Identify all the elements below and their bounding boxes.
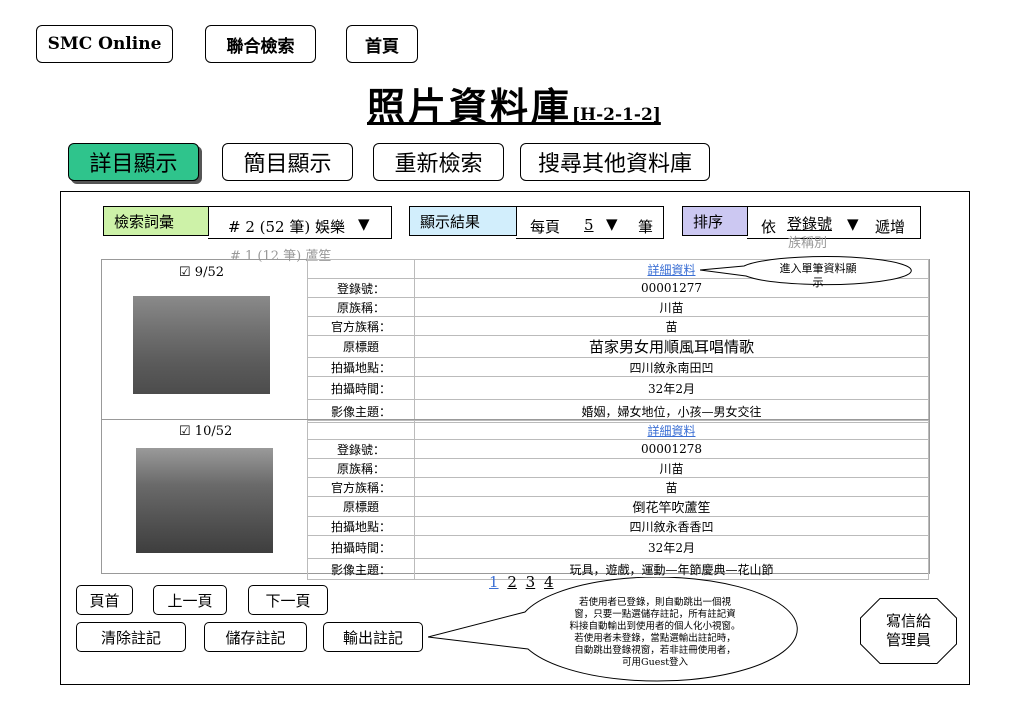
field-label: 拍攝時間： bbox=[307, 535, 415, 559]
per-page-value: 5 bbox=[584, 216, 594, 234]
export-notes-button[interactable]: 輸出註記 bbox=[323, 622, 423, 652]
field-value: 四川敘永香香凹 bbox=[414, 516, 929, 536]
tab-other-databases[interactable]: 搜尋其他資料庫 bbox=[520, 143, 710, 181]
notes-callout-line: 若使用者未登錄，當點選輸出註記時， bbox=[574, 633, 736, 644]
write-admin-line: 寫信給 bbox=[885, 612, 931, 630]
write-admin-line: 管理員 bbox=[885, 631, 931, 649]
field-value: 00001278 bbox=[414, 439, 929, 459]
field-label: 影像主題： bbox=[307, 558, 415, 580]
field-label: 拍攝地點： bbox=[307, 357, 415, 377]
notes-callout-line: 自動跳出登錄視窗，若非註冊使用者， bbox=[574, 645, 736, 656]
tab-brief-view[interactable]: 簡目顯示 bbox=[222, 143, 353, 181]
field-label: 原族稱： bbox=[307, 458, 415, 478]
search-term-select[interactable]: # 2 (52 筆) 娛樂 ▼ bbox=[208, 206, 392, 239]
sort-direction: 遞增 bbox=[875, 218, 906, 236]
field-value: 川苗 bbox=[414, 458, 929, 478]
sort-field-value: 登錄號 bbox=[787, 215, 833, 233]
record-index-text: 9/52 bbox=[194, 265, 224, 280]
record-checkbox[interactable]: ☑ bbox=[179, 424, 191, 439]
smc-online-button[interactable]: SMC Online bbox=[36, 25, 173, 63]
field-label: 拍攝時間： bbox=[307, 376, 415, 400]
field-label: 官方族稱： bbox=[307, 477, 415, 497]
field-value: 苗 bbox=[414, 316, 929, 336]
save-notes-button[interactable]: 儲存註記 bbox=[204, 622, 307, 652]
per-page-label: 每頁 bbox=[530, 218, 561, 236]
field-value: 32年2月 bbox=[414, 535, 929, 559]
sort-by-label: 依 bbox=[761, 218, 777, 236]
field-value: 苗 bbox=[414, 477, 929, 497]
page-title-main: 照片資料庫 bbox=[367, 84, 573, 129]
field-label: 原標題 bbox=[307, 496, 415, 517]
notes-callout-line: 若使用者已登錄，則自動跳出一個視 bbox=[578, 597, 731, 608]
display-result-label: 顯示結果 bbox=[409, 206, 517, 236]
field-label: 拍攝地點： bbox=[307, 516, 415, 536]
detail-link[interactable]: 詳細資料 bbox=[647, 424, 695, 438]
union-search-button[interactable]: 聯合檢索 bbox=[205, 25, 316, 63]
record-index: ☑ 9/52 bbox=[179, 265, 224, 280]
field-label: 官方族稱： bbox=[307, 316, 415, 336]
record-photo[interactable] bbox=[133, 296, 270, 394]
search-term-value: # 2 (52 筆) 娛樂 bbox=[228, 218, 345, 236]
detail-callout-text: 進入單筆資料顯示 bbox=[779, 262, 857, 289]
detail-link[interactable]: 詳細資料 bbox=[647, 263, 695, 277]
notes-callout-text: 若使用者已登錄，則自動跳出一個視 窗，只要一點選儲存註記，所有註記資 料接自動輸… bbox=[545, 597, 765, 669]
notes-callout-line: 窗，只要一點選儲存註記，所有註記資 bbox=[574, 609, 736, 620]
record-checkbox[interactable]: ☑ bbox=[179, 265, 191, 280]
notes-callout-line: 料接自動輸出到使用者的個人化小視窗。 bbox=[569, 621, 741, 632]
prev-page-button[interactable]: 上一頁 bbox=[153, 585, 227, 615]
field-label: 原族稱： bbox=[307, 297, 415, 317]
next-page-button[interactable]: 下一頁 bbox=[248, 585, 328, 615]
write-admin-label: 寫信給 管理員 bbox=[860, 612, 957, 650]
field-value: 32年2月 bbox=[414, 376, 929, 400]
record-index: ☑ 10/52 bbox=[179, 424, 232, 439]
record-fields: 詳細資料 登錄號： 00001278 原族稱： 川苗 官方族稱：苗 原標題 倒花竿吹蘆… bbox=[307, 420, 929, 580]
result-record: ☑ 10/52 詳細資料 登錄號： 00001278 原族稱： 川苗 官方族稱：苗 … bbox=[101, 419, 930, 580]
tab-detail-view[interactable]: 詳目顯示 bbox=[68, 143, 199, 181]
sort-select[interactable]: 依 登錄號 ▼ 遞增 bbox=[747, 206, 921, 239]
sort-field-option[interactable]: 族稱別 bbox=[788, 232, 827, 251]
field-label: 登錄號： bbox=[307, 278, 415, 298]
chevron-down-icon: ▼ bbox=[358, 215, 370, 233]
field-label: 登錄號： bbox=[307, 439, 415, 459]
page-title-code: [H-2-1-2] bbox=[572, 105, 661, 125]
tab-research[interactable]: 重新檢索 bbox=[373, 143, 504, 181]
chevron-down-icon: ▼ bbox=[847, 215, 859, 233]
first-page-button[interactable]: 頁首 bbox=[76, 585, 133, 615]
per-page-select[interactable]: 每頁 5 ▼ 筆 bbox=[516, 206, 664, 239]
field-label: 原標題 bbox=[307, 335, 415, 358]
field-value: 川苗 bbox=[414, 297, 929, 317]
field-value: 苗家男女用順風耳唱情歌 bbox=[414, 335, 929, 358]
clear-notes-button[interactable]: 清除註記 bbox=[76, 622, 186, 652]
sort-label: 排序 bbox=[682, 206, 748, 236]
search-term-label: 檢索詞彙 bbox=[103, 206, 209, 236]
per-page-unit: 筆 bbox=[638, 218, 654, 236]
record-photo[interactable] bbox=[136, 448, 273, 553]
field-value: 倒花竿吹蘆笙 bbox=[414, 496, 929, 517]
home-button[interactable]: 首頁 bbox=[346, 25, 418, 63]
field-value: 四川敘永南田凹 bbox=[414, 357, 929, 377]
notes-callout-line: 可用Guest登入 bbox=[621, 657, 689, 668]
page-title: 照片資料庫[H-2-1-2] bbox=[367, 76, 661, 129]
chevron-down-icon: ▼ bbox=[606, 215, 618, 233]
record-index-text: 10/52 bbox=[194, 424, 233, 439]
